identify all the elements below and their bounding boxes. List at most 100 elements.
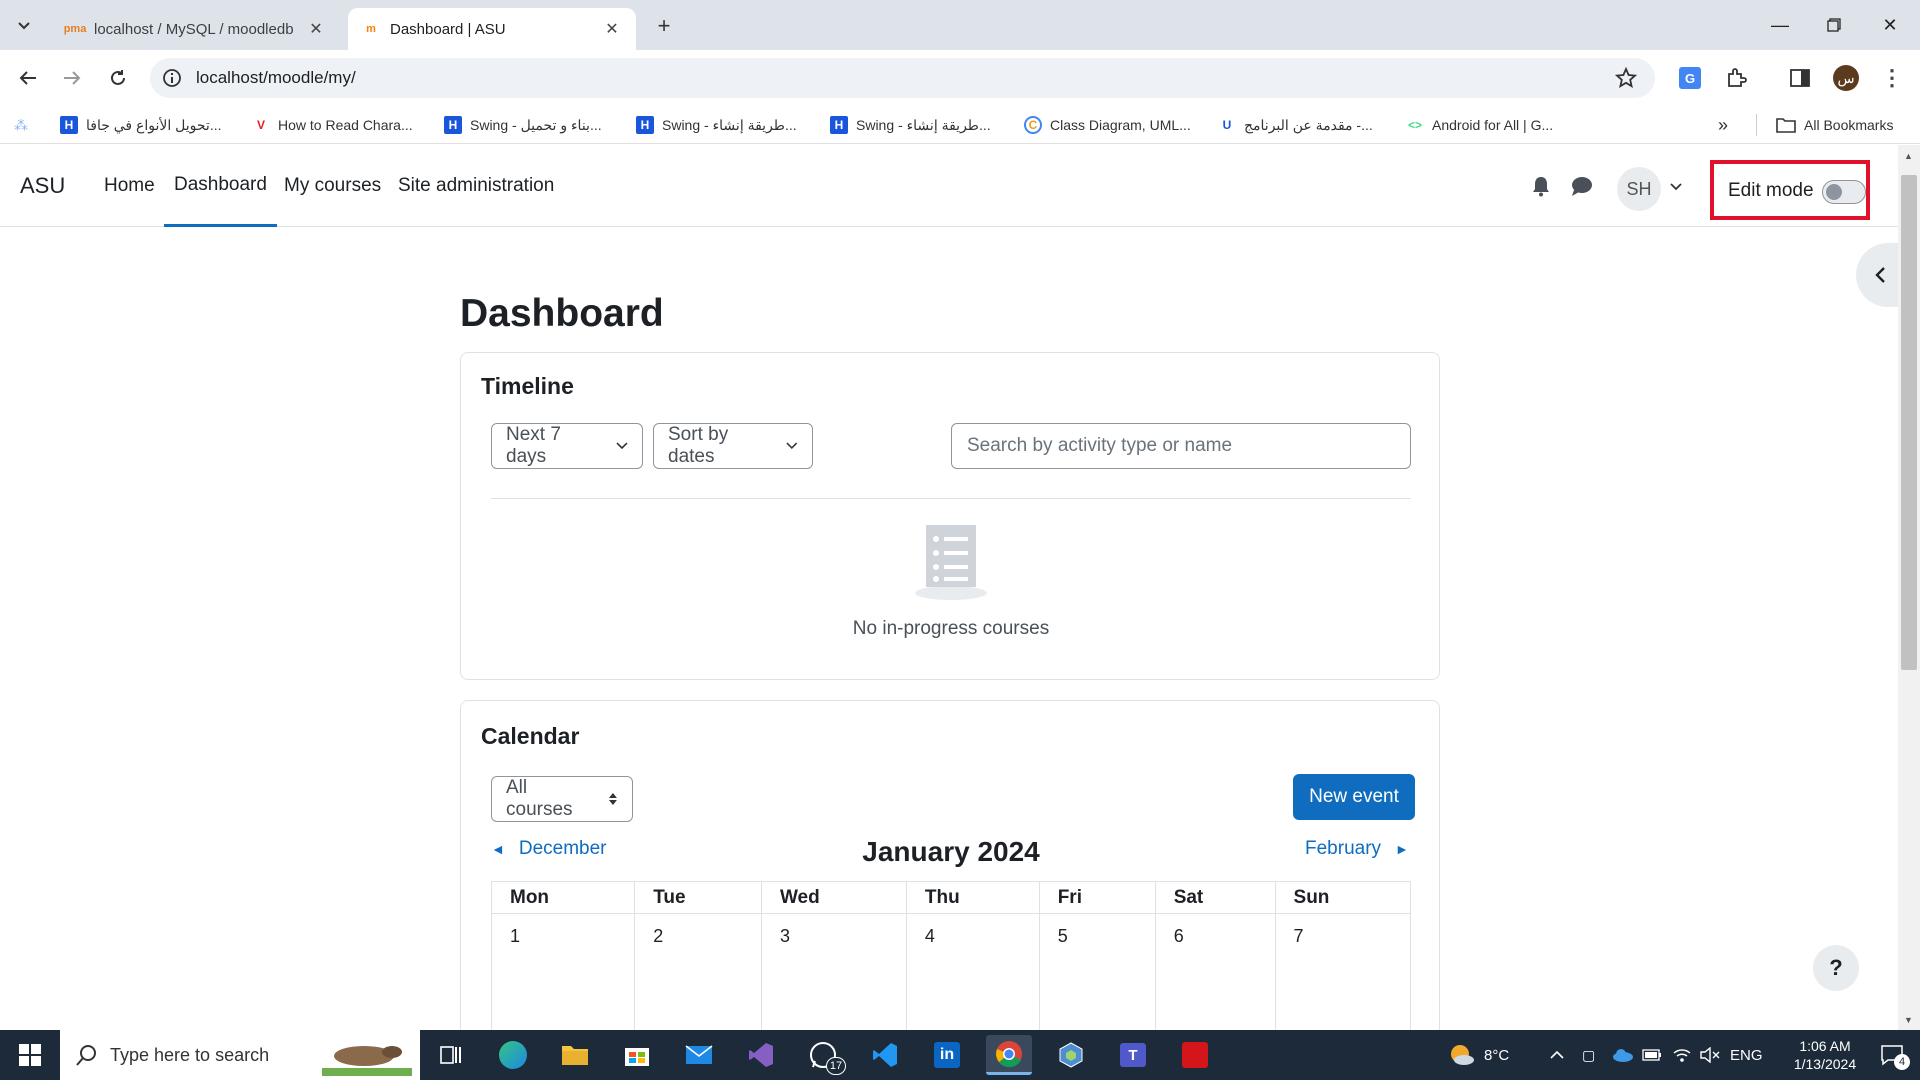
tab-phpmyadmin[interactable]: pma localhost / MySQL / moodledb ✕ xyxy=(52,8,340,50)
whatsapp-badge: 17 xyxy=(826,1057,846,1075)
calendar-day-cell[interactable]: 3 xyxy=(760,913,907,1034)
device-tray-icon[interactable]: ▢ xyxy=(1582,1030,1595,1080)
google-translate-icon[interactable]: G xyxy=(1674,62,1706,94)
timeline-search-input[interactable] xyxy=(951,423,1411,469)
notifications-bell-icon[interactable] xyxy=(1530,175,1552,197)
onedrive-cloud-icon[interactable] xyxy=(1612,1030,1634,1080)
calendar-day-cell[interactable]: 1 xyxy=(490,913,636,1034)
back-arrow-icon[interactable] xyxy=(12,62,44,94)
calendar-grid: Mon Tue Wed Thu Fri Sat Sun 1 2 3 4 5 6 … xyxy=(490,881,1412,1034)
messages-chat-icon[interactable] xyxy=(1570,175,1594,197)
site-brand[interactable]: ASU xyxy=(20,145,65,227)
clock-date: 1/13/2024 xyxy=(1793,1056,1857,1072)
mail-icon[interactable] xyxy=(676,1035,722,1075)
extensions-puzzle-icon[interactable] xyxy=(1720,62,1752,94)
wifi-icon[interactable] xyxy=(1672,1030,1692,1080)
battery-icon[interactable] xyxy=(1642,1030,1662,1080)
bookmark-item[interactable]: H Swing - طريقة إنشاء... xyxy=(636,114,797,136)
notification-center-icon[interactable]: 4 xyxy=(1880,1030,1910,1080)
bookmark-item[interactable]: C Class Diagram, UML... xyxy=(1024,114,1191,136)
minimize-icon[interactable]: — xyxy=(1752,0,1808,50)
page-scrollbar[interactable]: ▲ ▼ xyxy=(1898,145,1920,1030)
bookmark-item[interactable]: H تحويل الأنواع في جافا... xyxy=(60,114,222,136)
timeline-sort-filter[interactable]: Sort by dates xyxy=(653,423,813,469)
file-explorer-icon[interactable] xyxy=(552,1035,598,1075)
apps-bookmark-icon[interactable]: ⁂ xyxy=(14,114,28,136)
current-month-title: January 2024 xyxy=(862,836,1040,867)
whatsapp-icon[interactable]: 17 xyxy=(800,1035,846,1075)
new-event-button[interactable]: New event xyxy=(1293,774,1415,820)
teams-icon[interactable]: T xyxy=(1110,1035,1156,1075)
close-window-icon[interactable]: ✕ xyxy=(1862,0,1918,50)
scrollbar-thumb[interactable] xyxy=(1901,175,1917,670)
bookmark-label: تحويل الأنواع في جافا... xyxy=(86,116,222,133)
tab-dashboard[interactable]: m Dashboard | ASU ✕ xyxy=(348,8,636,50)
calendar-day-cell[interactable]: 6 xyxy=(1154,913,1276,1034)
bookmark-item[interactable]: U مقدمة عن البرنامج -... xyxy=(1218,114,1373,136)
timeline-day-filter[interactable]: Next 7 days xyxy=(491,423,643,469)
volume-muted-icon[interactable] xyxy=(1700,1030,1720,1080)
new-tab-plus-icon[interactable]: + xyxy=(650,12,678,40)
microsoft-store-icon[interactable] xyxy=(614,1035,660,1075)
bookmark-item[interactable]: H Swing - بناء و تحميل... xyxy=(444,114,602,136)
acrobat-reader-icon[interactable] xyxy=(1172,1035,1218,1075)
bookmark-star-icon[interactable] xyxy=(1615,67,1637,89)
weekday-header: Sat xyxy=(1154,881,1276,914)
forward-arrow-icon[interactable] xyxy=(56,62,88,94)
help-button[interactable]: ? xyxy=(1813,945,1859,991)
timeline-title: Timeline xyxy=(481,373,574,399)
windows-start-icon[interactable] xyxy=(0,1030,60,1080)
clock[interactable]: 1:06 AM 1/13/2024 xyxy=(1770,1030,1880,1080)
browser-menu-icon[interactable]: ⋮ xyxy=(1876,62,1908,94)
bookmark-favicon-icon: V xyxy=(252,116,270,134)
nav-my-courses[interactable]: My courses xyxy=(284,145,381,227)
edit-mode-toggle[interactable] xyxy=(1822,180,1866,204)
virtualbox-icon[interactable] xyxy=(1048,1035,1094,1075)
nav-home[interactable]: Home xyxy=(104,145,155,227)
bookmarks-bar: ⁂ H تحويل الأنواع في جافا... V How to Re… xyxy=(0,106,1920,144)
site-info-icon[interactable] xyxy=(162,68,182,88)
calendar-course-filter[interactable]: All courses xyxy=(491,776,633,822)
calendar-day-cell[interactable]: 5 xyxy=(1038,913,1156,1034)
profile-avatar[interactable]: س xyxy=(1830,62,1862,94)
scroll-down-arrow-icon[interactable]: ▼ xyxy=(1904,1015,1913,1025)
moon-cloud-weather-icon xyxy=(1451,1045,1474,1065)
bookmark-item[interactable]: H Swing - طريقة إنشاء... xyxy=(830,114,991,136)
more-bookmarks-chevron-icon[interactable]: » xyxy=(1718,114,1728,136)
calendar-day-cell[interactable]: 4 xyxy=(905,913,1040,1034)
moodle-navbar: ASU Home Dashboard My courses Site admin… xyxy=(0,145,1898,227)
scroll-up-arrow-icon[interactable]: ▲ xyxy=(1904,151,1913,161)
address-bar[interactable]: localhost/moodle/my/ xyxy=(150,58,1655,98)
user-menu-chevron-icon[interactable] xyxy=(1670,183,1682,191)
calendar-day-cell[interactable]: 7 xyxy=(1274,913,1412,1034)
edge-browser-icon[interactable] xyxy=(490,1035,536,1075)
user-avatar[interactable]: SH xyxy=(1617,167,1661,211)
calendar-day-cell[interactable]: 2 xyxy=(634,913,762,1034)
close-tab-icon[interactable]: ✕ xyxy=(306,19,326,39)
reload-icon[interactable] xyxy=(102,62,134,94)
tab-search-chevron-icon[interactable] xyxy=(10,12,38,40)
nav-site-administration[interactable]: Site administration xyxy=(398,145,554,227)
taskbar-search-box[interactable]: Type here to search xyxy=(60,1030,420,1080)
restore-icon[interactable] xyxy=(1806,0,1862,50)
calendar-block: Calendar All courses New event ◄ Decembe… xyxy=(460,700,1440,1040)
close-tab-icon[interactable]: ✕ xyxy=(602,19,622,39)
next-month-link[interactable]: February ► xyxy=(1305,838,1409,860)
bookmark-label: Class Diagram, UML... xyxy=(1050,117,1191,133)
visual-studio-icon[interactable] xyxy=(738,1035,784,1075)
side-panel-icon[interactable] xyxy=(1784,62,1816,94)
all-bookmarks-button[interactable]: All Bookmarks xyxy=(1776,114,1893,136)
vscode-icon[interactable] xyxy=(862,1035,908,1075)
chrome-icon[interactable] xyxy=(986,1035,1032,1075)
show-hidden-icons-chevron-icon[interactable] xyxy=(1550,1030,1564,1080)
bookmark-item[interactable]: V How to Read Chara... xyxy=(252,114,413,136)
toggle-knob xyxy=(1826,184,1842,200)
input-language[interactable]: ENG xyxy=(1730,1030,1763,1080)
nav-dashboard[interactable]: Dashboard xyxy=(164,145,277,227)
day-filter-label: Next 7 days xyxy=(506,424,561,467)
weather-widget[interactable]: 8°C xyxy=(1448,1030,1509,1080)
bookmark-item[interactable]: <> Android for All | G... xyxy=(1406,114,1553,136)
notification-count-badge: 4 xyxy=(1894,1054,1910,1070)
linkedin-icon[interactable]: in xyxy=(924,1035,970,1075)
task-view-icon[interactable] xyxy=(428,1035,474,1075)
